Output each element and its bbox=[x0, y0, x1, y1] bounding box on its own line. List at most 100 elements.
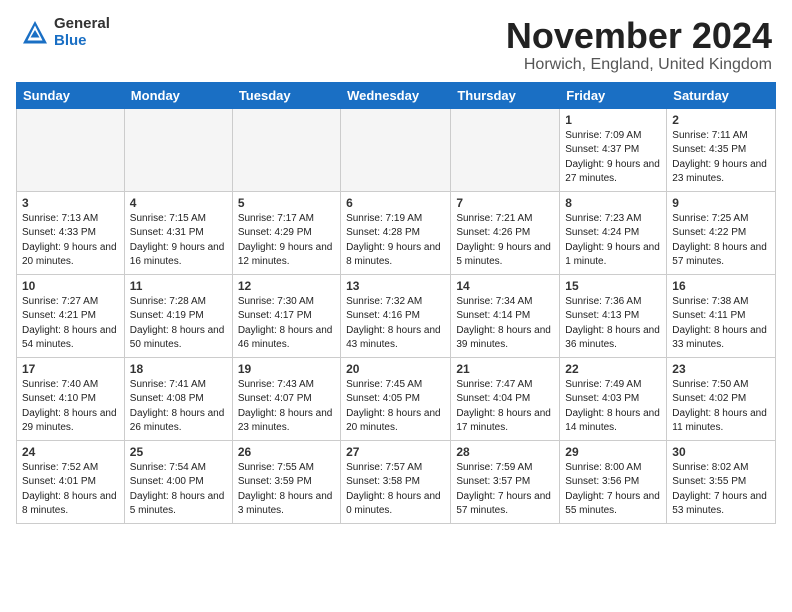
col-header-wednesday: Wednesday bbox=[341, 82, 451, 108]
calendar-cell bbox=[451, 108, 560, 191]
day-info: Sunrise: 7:43 AM Sunset: 4:07 PM Dayligh… bbox=[238, 378, 335, 436]
day-number: 26 bbox=[238, 445, 335, 459]
calendar-cell: 25Sunrise: 7:54 AM Sunset: 4:00 PM Dayli… bbox=[124, 440, 232, 523]
calendar-cell bbox=[341, 108, 451, 191]
logo-text: General Blue bbox=[54, 16, 110, 49]
day-number: 3 bbox=[22, 196, 119, 210]
day-number: 9 bbox=[672, 196, 770, 210]
calendar-table: SundayMondayTuesdayWednesdayThursdayFrid… bbox=[16, 82, 776, 524]
day-number: 25 bbox=[130, 445, 227, 459]
calendar-cell: 18 Sunrise: 7:41 AM Sunset: 4:08 PM Dayli… bbox=[124, 357, 232, 440]
day-info: Sunrise: 7:27 AM Sunset: 4:21 PM Dayligh… bbox=[22, 295, 119, 353]
day-number: 17 bbox=[22, 362, 119, 376]
day-number: 28 bbox=[456, 445, 554, 459]
day-number: 22 bbox=[565, 362, 661, 376]
logo: General Blue bbox=[20, 16, 110, 49]
day-info: Sunrise: 7:11 AM Sunset: 4:35 PM Dayligh… bbox=[672, 129, 770, 187]
day-number: 20 bbox=[346, 362, 445, 376]
calendar-cell: 4Sunrise: 7:15 AM Sunset: 4:31 PM Daylig… bbox=[124, 191, 232, 274]
day-info: Sunrise: 7:21 AM Sunset: 4:26 PM Dayligh… bbox=[456, 212, 554, 270]
calendar-cell: 11 Sunrise: 7:28 AM Sunset: 4:19 PM Dayli… bbox=[124, 274, 232, 357]
day-number: 23 bbox=[672, 362, 770, 376]
day-info: Sunrise: 7:50 AM Sunset: 4:02 PM Dayligh… bbox=[672, 378, 770, 436]
calendar-week-row: 10 Sunrise: 7:27 AM Sunset: 4:21 PM Dayli… bbox=[17, 274, 776, 357]
day-number: 10 bbox=[22, 279, 119, 293]
day-info: Sunrise: 7:59 AM Sunset: 3:57 PM Dayligh… bbox=[456, 461, 554, 519]
day-info: Sunrise: 7:30 AM Sunset: 4:17 PM Dayligh… bbox=[238, 295, 335, 353]
calendar-cell: 7Sunrise: 7:21 AM Sunset: 4:26 PM Daylig… bbox=[451, 191, 560, 274]
col-header-tuesday: Tuesday bbox=[232, 82, 340, 108]
col-header-sunday: Sunday bbox=[17, 82, 125, 108]
day-number: 18 bbox=[130, 362, 227, 376]
calendar-cell: 21 Sunrise: 7:47 AM Sunset: 4:04 PM Dayli… bbox=[451, 357, 560, 440]
day-number: 14 bbox=[456, 279, 554, 293]
calendar-cell: 30 Sunrise: 8:02 AM Sunset: 3:55 PM Dayli… bbox=[667, 440, 776, 523]
day-number: 15 bbox=[565, 279, 661, 293]
day-info: Sunrise: 7:09 AM Sunset: 4:37 PM Dayligh… bbox=[565, 129, 661, 187]
day-info: Sunrise: 7:25 AM Sunset: 4:22 PM Dayligh… bbox=[672, 212, 770, 270]
day-info: Sunrise: 7:19 AM Sunset: 4:28 PM Dayligh… bbox=[346, 212, 445, 270]
calendar-week-row: 3 Sunrise: 7:13 AM Sunset: 4:33 PM Daylig… bbox=[17, 191, 776, 274]
calendar-week-row: 17 Sunrise: 7:40 AM Sunset: 4:10 PM Dayli… bbox=[17, 357, 776, 440]
col-header-saturday: Saturday bbox=[667, 82, 776, 108]
day-number: 8 bbox=[565, 196, 661, 210]
day-info: Sunrise: 7:47 AM Sunset: 4:04 PM Dayligh… bbox=[456, 378, 554, 436]
day-info: Sunrise: 8:02 AM Sunset: 3:55 PM Dayligh… bbox=[672, 461, 770, 519]
calendar-cell: 13 Sunrise: 7:32 AM Sunset: 4:16 PM Dayli… bbox=[341, 274, 451, 357]
calendar-cell: 20Sunrise: 7:45 AM Sunset: 4:05 PM Dayli… bbox=[341, 357, 451, 440]
day-info: Sunrise: 7:34 AM Sunset: 4:14 PM Dayligh… bbox=[456, 295, 554, 353]
day-info: Sunrise: 7:13 AM Sunset: 4:33 PM Dayligh… bbox=[22, 212, 119, 270]
day-info: Sunrise: 7:55 AM Sunset: 3:59 PM Dayligh… bbox=[238, 461, 335, 519]
calendar-cell: 29 Sunrise: 8:00 AM Sunset: 3:56 PM Dayli… bbox=[560, 440, 667, 523]
day-info: Sunrise: 7:40 AM Sunset: 4:10 PM Dayligh… bbox=[22, 378, 119, 436]
calendar-cell: 26 Sunrise: 7:55 AM Sunset: 3:59 PM Dayli… bbox=[232, 440, 340, 523]
calendar-cell: 22 Sunrise: 7:49 AM Sunset: 4:03 PM Dayli… bbox=[560, 357, 667, 440]
day-number: 29 bbox=[565, 445, 661, 459]
day-number: 11 bbox=[130, 279, 227, 293]
day-number: 30 bbox=[672, 445, 770, 459]
calendar-cell: 17 Sunrise: 7:40 AM Sunset: 4:10 PM Dayli… bbox=[17, 357, 125, 440]
calendar-cell bbox=[17, 108, 125, 191]
calendar-cell: 5Sunrise: 7:17 AM Sunset: 4:29 PM Daylig… bbox=[232, 191, 340, 274]
calendar-cell: 10 Sunrise: 7:27 AM Sunset: 4:21 PM Dayli… bbox=[17, 274, 125, 357]
day-number: 2 bbox=[672, 113, 770, 127]
calendar-header-row: SundayMondayTuesdayWednesdayThursdayFrid… bbox=[17, 82, 776, 108]
calendar-wrapper: SundayMondayTuesdayWednesdayThursdayFrid… bbox=[0, 82, 792, 532]
day-info: Sunrise: 7:49 AM Sunset: 4:03 PM Dayligh… bbox=[565, 378, 661, 436]
location: Horwich, England, United Kingdom bbox=[506, 56, 772, 74]
day-info: Sunrise: 7:52 AM Sunset: 4:01 PM Dayligh… bbox=[22, 461, 119, 519]
col-header-friday: Friday bbox=[560, 82, 667, 108]
month-title: November 2024 bbox=[506, 16, 772, 56]
calendar-cell: 24Sunrise: 7:52 AM Sunset: 4:01 PM Dayli… bbox=[17, 440, 125, 523]
calendar-cell: 19 Sunrise: 7:43 AM Sunset: 4:07 PM Dayli… bbox=[232, 357, 340, 440]
logo-blue-text: Blue bbox=[54, 33, 110, 50]
day-info: Sunrise: 7:15 AM Sunset: 4:31 PM Dayligh… bbox=[130, 212, 227, 270]
day-info: Sunrise: 8:00 AM Sunset: 3:56 PM Dayligh… bbox=[565, 461, 661, 519]
day-info: Sunrise: 7:38 AM Sunset: 4:11 PM Dayligh… bbox=[672, 295, 770, 353]
day-number: 13 bbox=[346, 279, 445, 293]
day-number: 5 bbox=[238, 196, 335, 210]
calendar-cell: 14 Sunrise: 7:34 AM Sunset: 4:14 PM Dayli… bbox=[451, 274, 560, 357]
logo-icon bbox=[20, 18, 50, 48]
calendar-cell: 28 Sunrise: 7:59 AM Sunset: 3:57 PM Dayli… bbox=[451, 440, 560, 523]
calendar-cell: 27 Sunrise: 7:57 AM Sunset: 3:58 PM Dayli… bbox=[341, 440, 451, 523]
logo-general-text: General bbox=[54, 16, 110, 33]
calendar-cell: 16Sunrise: 7:38 AM Sunset: 4:11 PM Dayli… bbox=[667, 274, 776, 357]
day-number: 19 bbox=[238, 362, 335, 376]
day-number: 6 bbox=[346, 196, 445, 210]
day-info: Sunrise: 7:57 AM Sunset: 3:58 PM Dayligh… bbox=[346, 461, 445, 519]
calendar-cell: 15Sunrise: 7:36 AM Sunset: 4:13 PM Dayli… bbox=[560, 274, 667, 357]
calendar-week-row: 1Sunrise: 7:09 AM Sunset: 4:37 PM Daylig… bbox=[17, 108, 776, 191]
day-number: 27 bbox=[346, 445, 445, 459]
day-info: Sunrise: 7:41 AM Sunset: 4:08 PM Dayligh… bbox=[130, 378, 227, 436]
day-info: Sunrise: 7:32 AM Sunset: 4:16 PM Dayligh… bbox=[346, 295, 445, 353]
col-header-monday: Monday bbox=[124, 82, 232, 108]
col-header-thursday: Thursday bbox=[451, 82, 560, 108]
day-number: 12 bbox=[238, 279, 335, 293]
calendar-week-row: 24Sunrise: 7:52 AM Sunset: 4:01 PM Dayli… bbox=[17, 440, 776, 523]
day-info: Sunrise: 7:28 AM Sunset: 4:19 PM Dayligh… bbox=[130, 295, 227, 353]
calendar-cell bbox=[124, 108, 232, 191]
day-number: 21 bbox=[456, 362, 554, 376]
calendar-cell: 6 Sunrise: 7:19 AM Sunset: 4:28 PM Daylig… bbox=[341, 191, 451, 274]
page-header: General Blue November 2024 Horwich, Engl… bbox=[0, 0, 792, 82]
